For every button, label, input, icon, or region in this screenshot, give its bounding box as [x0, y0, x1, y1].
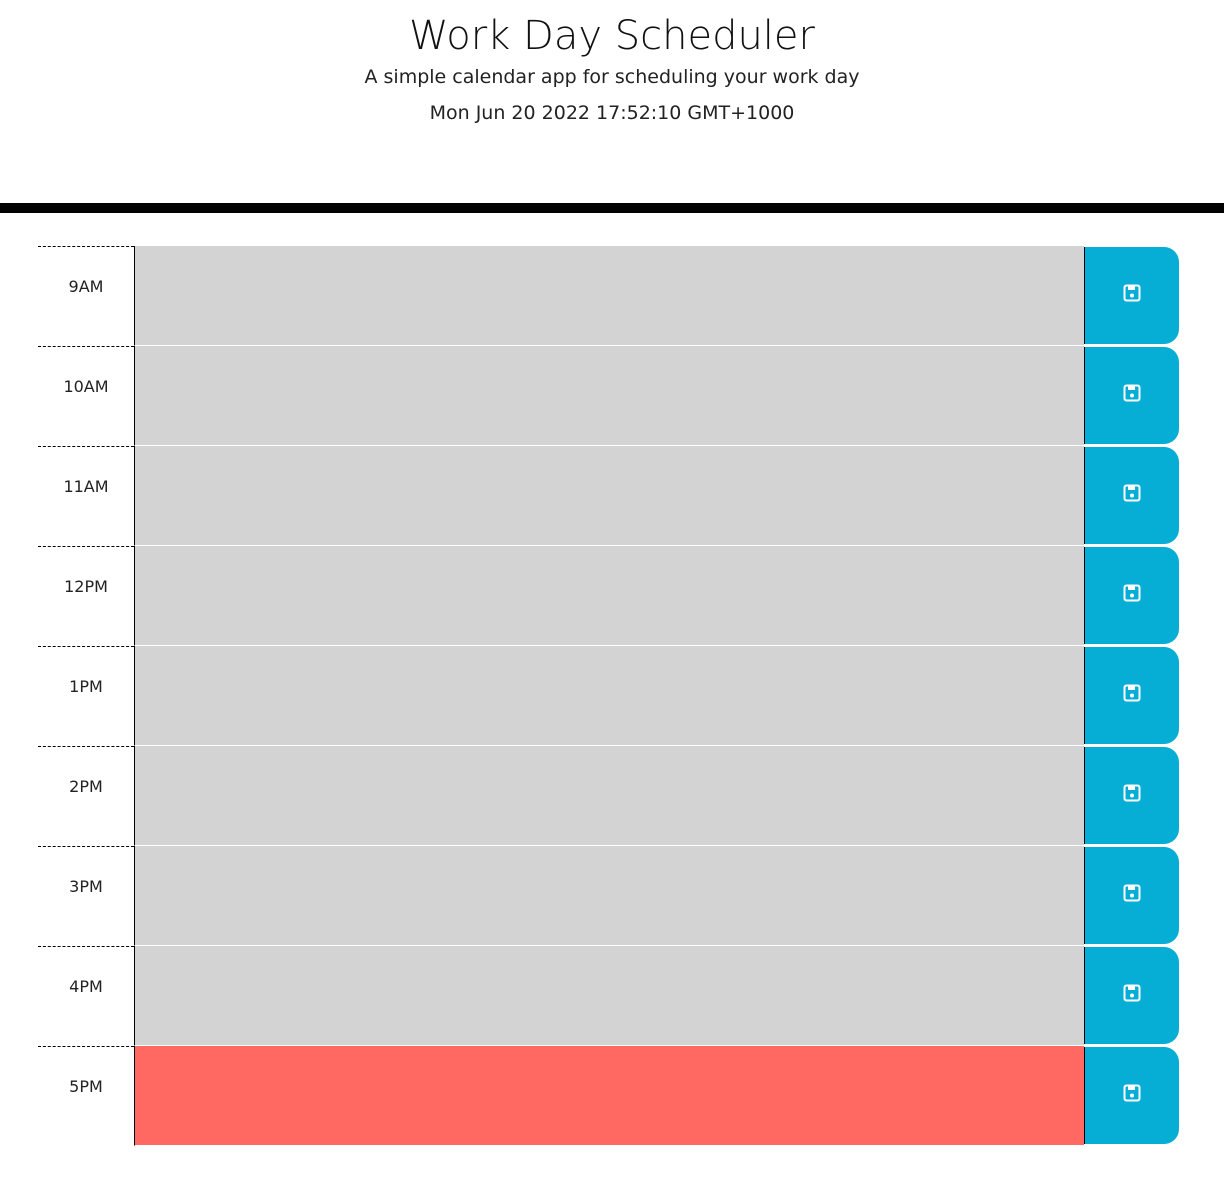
save-button[interactable] [1084, 647, 1179, 744]
timeblock-row: 3PM [38, 846, 1180, 946]
floppy-disk-icon [1123, 684, 1141, 702]
timeblock-container: 9AM 10AM 11AM 12PM 1PM 2PM 3PM 4PM 5PM [38, 246, 1180, 1146]
hour-text: 2PM [69, 777, 103, 796]
floppy-disk-icon [1123, 884, 1141, 902]
floppy-disk-icon [1123, 984, 1141, 1002]
hour-label: 9AM [38, 246, 134, 346]
task-input[interactable] [134, 246, 1084, 346]
save-button[interactable] [1084, 847, 1179, 944]
timeblock-row: 5PM [38, 1046, 1180, 1146]
task-input[interactable] [134, 846, 1084, 946]
timeblock-row: 12PM [38, 546, 1180, 646]
save-button[interactable] [1084, 347, 1179, 444]
timeblock-row: 10AM [38, 346, 1180, 446]
hour-label: 10AM [38, 346, 134, 446]
timeblock-row: 2PM [38, 746, 1180, 846]
floppy-disk-icon [1123, 484, 1141, 502]
hour-label: 1PM [38, 646, 134, 746]
task-input[interactable] [134, 646, 1084, 746]
timeblock-row: 4PM [38, 946, 1180, 1046]
save-button[interactable] [1084, 547, 1179, 644]
hour-label: 11AM [38, 446, 134, 546]
hour-label: 2PM [38, 746, 134, 846]
hour-text: 3PM [69, 877, 103, 896]
task-input[interactable] [134, 546, 1084, 646]
task-input[interactable] [134, 946, 1084, 1046]
timeblock-row: 9AM [38, 246, 1180, 346]
save-button[interactable] [1084, 947, 1179, 1044]
floppy-disk-icon [1123, 784, 1141, 802]
current-datetime: Mon Jun 20 2022 17:52:10 GMT+1000 [429, 102, 795, 124]
task-input[interactable] [134, 1046, 1084, 1146]
timeblock-row: 11AM [38, 446, 1180, 546]
floppy-disk-icon [1123, 384, 1141, 402]
task-input[interactable] [134, 746, 1084, 846]
hour-text: 1PM [69, 677, 103, 696]
hour-text: 9AM [68, 277, 104, 296]
page-header: Work Day Scheduler A simple calendar app… [0, 0, 1224, 204]
save-button[interactable] [1084, 447, 1179, 544]
hour-text: 4PM [69, 977, 103, 996]
hour-label: 3PM [38, 846, 134, 946]
task-input[interactable] [134, 346, 1084, 446]
hour-label: 12PM [38, 546, 134, 646]
header-divider [0, 203, 1224, 213]
hour-text: 5PM [69, 1077, 103, 1096]
save-button[interactable] [1084, 247, 1179, 344]
page-title: Work Day Scheduler [409, 13, 815, 59]
page-subtitle: A simple calendar app for scheduling you… [364, 66, 860, 88]
floppy-disk-icon [1123, 1084, 1141, 1102]
floppy-disk-icon [1123, 584, 1141, 602]
hour-text: 12PM [64, 577, 108, 596]
hour-label: 5PM [38, 1046, 134, 1146]
timeblock-row: 1PM [38, 646, 1180, 746]
floppy-disk-icon [1123, 284, 1141, 302]
hour-text: 11AM [63, 477, 109, 496]
hour-label: 4PM [38, 946, 134, 1046]
task-input[interactable] [134, 446, 1084, 546]
hour-text: 10AM [63, 377, 109, 396]
save-button[interactable] [1084, 747, 1179, 844]
save-button[interactable] [1084, 1047, 1179, 1144]
